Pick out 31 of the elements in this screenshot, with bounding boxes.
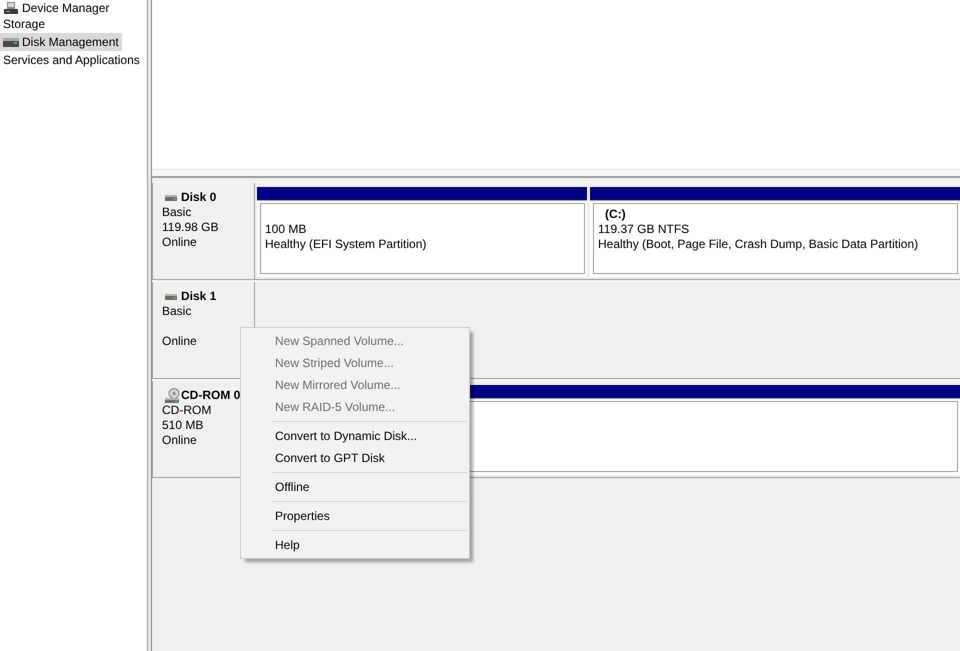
disk-type: Basic [162,304,192,319]
disk-type: CD-ROM [162,403,212,418]
tree-item[interactable]: Disk Management [0,33,122,51]
disk-drive-icon [3,38,19,46]
cd-drive-icon [165,388,181,403]
partition-size: 100 MB [265,222,308,237]
menu-item[interactable]: Properties [243,505,467,527]
tree-item[interactable]: Device Manager [0,0,112,15]
partition-status: Healthy (Boot, Page File, Crash Dump, Basic Data Partition) [598,237,920,252]
menu-item[interactable]: Help [243,534,467,556]
disk-drive-icon [165,194,177,200]
disk-info-panel[interactable]: Disk 0 Basic 119.98 GB Online [152,183,255,279]
menu-item[interactable]: Offline [243,476,467,498]
partition-size: 119.37 GB NTFS [598,222,690,237]
disk-name: Disk 1 [181,289,216,304]
tree-item[interactable]: Storage [0,15,48,33]
disk-info-panel[interactable]: Disk 1 Basic Online [152,282,255,378]
tree-item[interactable]: Services and Applications [0,51,143,69]
disk-status: Online [162,235,198,250]
disk-drive-icon [165,294,177,300]
disk-type: Basic [162,205,192,220]
disk-size: 119.98 GB [162,220,220,235]
disk-name: CD-ROM 0 [181,388,240,403]
pane-splitter[interactable] [147,0,152,651]
disk-size: 510 MB [162,418,204,433]
partition-status: Healthy (EFI System Partition) [265,237,428,252]
disk-status: Online [162,433,198,448]
computer-icon [3,2,19,14]
volume-name: (C:) [604,207,627,222]
disk-name: Disk 0 [181,190,216,205]
disk-status: Online [162,334,198,349]
